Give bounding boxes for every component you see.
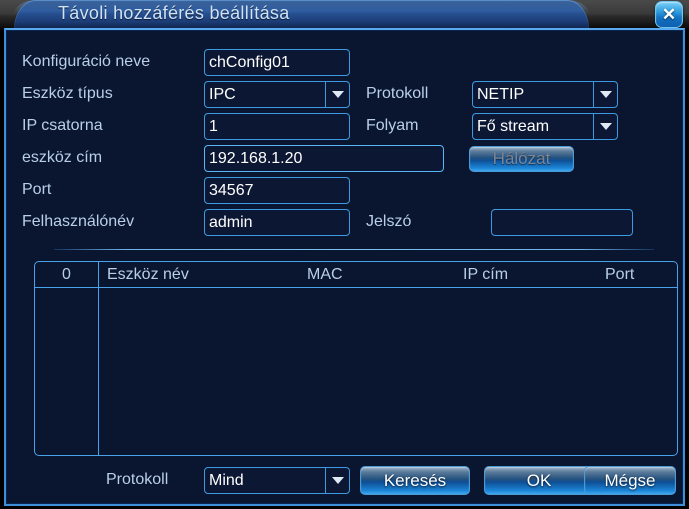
- ip-channel-label: IP csatorna: [22, 117, 103, 134]
- close-icon[interactable]: [655, 1, 683, 28]
- device-address-label: eszköz cím: [22, 149, 103, 166]
- table-col-mac: MAC: [307, 266, 343, 283]
- chevron-down-icon[interactable]: [593, 82, 617, 107]
- ip-channel-input[interactable]: [204, 113, 350, 140]
- ok-button[interactable]: OK: [484, 466, 594, 495]
- table-col-port: Port: [605, 266, 635, 283]
- cancel-button[interactable]: Mégse: [584, 466, 676, 495]
- section-divider: [54, 249, 654, 250]
- config-name-label: Konfiguráció neve: [22, 53, 151, 70]
- page-title: Távoli hozzáférés beállítása: [58, 3, 290, 23]
- stream-select[interactable]: Fő stream: [472, 113, 618, 140]
- footer-protocol-select[interactable]: Mind: [204, 467, 350, 494]
- title-bar: Távoli hozzáférés beállítása: [0, 0, 689, 30]
- protocol-label: Protokoll: [366, 85, 429, 102]
- device-table: 0 Eszköz név MAC IP cím Port: [34, 261, 678, 456]
- stream-label: Folyam: [366, 117, 419, 134]
- stream-value: Fő stream: [477, 117, 550, 135]
- table-col-index: 0: [62, 266, 71, 283]
- protocol-select[interactable]: NETIP: [472, 81, 618, 108]
- device-type-label: Eszköz típus: [22, 85, 113, 102]
- chevron-down-icon[interactable]: [325, 468, 349, 493]
- search-button[interactable]: Keresés: [360, 466, 470, 495]
- config-name-input[interactable]: [204, 49, 350, 76]
- password-label: Jelszó: [366, 213, 412, 230]
- protocol-value: NETIP: [477, 85, 525, 103]
- device-type-select[interactable]: IPC: [204, 81, 350, 108]
- port-label: Port: [22, 181, 52, 198]
- table-body[interactable]: [35, 288, 677, 455]
- port-input[interactable]: [204, 177, 350, 204]
- footer-protocol-label: Protokoll: [106, 471, 169, 488]
- table-col-ip: IP cím: [463, 266, 509, 283]
- username-input[interactable]: [204, 209, 350, 236]
- dialog-body: Konfiguráció neve Eszköz típus IPC Proto…: [4, 28, 685, 506]
- device-address-input[interactable]: [204, 145, 444, 172]
- device-type-value: IPC: [209, 85, 236, 103]
- username-label: Felhasználónév: [22, 213, 135, 230]
- table-col-device-name: Eszköz név: [107, 266, 189, 283]
- table-header-row: 0 Eszköz név MAC IP cím Port: [35, 262, 677, 288]
- chevron-down-icon[interactable]: [593, 114, 617, 139]
- password-input[interactable]: [491, 209, 633, 236]
- chevron-down-icon[interactable]: [325, 82, 349, 107]
- footer-protocol-value: Mind: [209, 471, 244, 489]
- remote-access-dialog: Távoli hozzáférés beállítása Konfiguráci…: [0, 0, 689, 509]
- network-button[interactable]: Hálózat: [469, 146, 574, 172]
